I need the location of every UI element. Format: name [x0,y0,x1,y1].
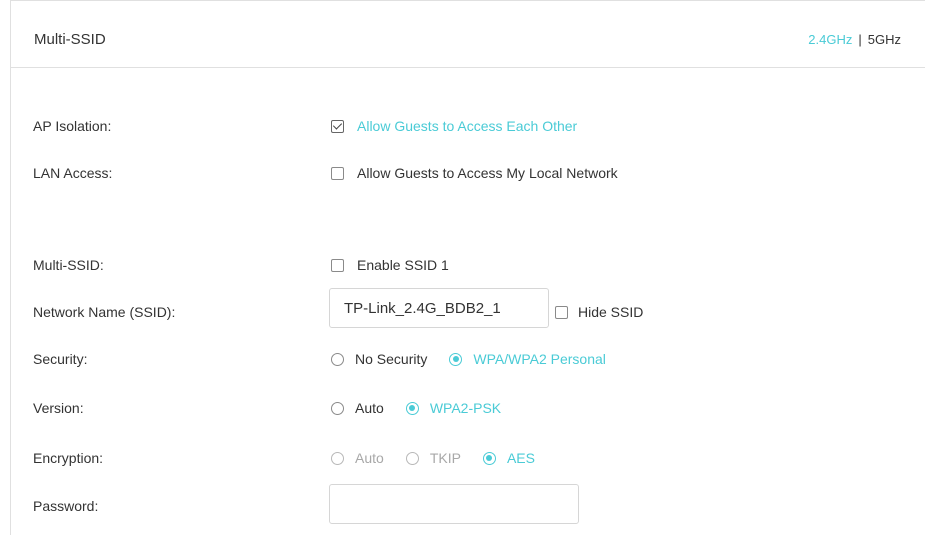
version-options: Auto WPA2-PSK [331,393,523,423]
encryption-aes-label: AES [506,450,535,466]
security-wpa-label: WPA/WPA2 Personal [473,351,606,367]
encryption-tkip-radio[interactable] [405,451,419,465]
band-separator: | [858,32,862,47]
ap-isolation-checkbox-label: Allow Guests to Access Each Other [357,118,578,134]
security-wpa-radio[interactable] [449,352,463,366]
lan-access-option[interactable]: Allow Guests to Access My Local Network [331,158,618,188]
hide-ssid-label: Hide SSID [578,304,644,320]
encryption-row: Encryption: Auto TKIP AES [11,443,925,473]
enable-ssid-checkbox[interactable] [331,258,344,272]
ap-isolation-label: AP Isolation: [33,118,112,134]
hide-ssid-option[interactable]: Hide SSID [555,297,643,327]
security-options: No Security WPA/WPA2 Personal [331,344,628,374]
multi-ssid-label: Multi-SSID: [33,257,104,273]
lan-access-row: LAN Access: Allow Guests to Access My Lo… [11,158,925,188]
version-auto-label: Auto [355,400,384,416]
enable-ssid-checkbox-label: Enable SSID 1 [357,257,449,273]
encryption-option-auto[interactable]: Auto [331,450,384,466]
encryption-label: Encryption: [33,450,104,466]
version-wpa2psk-radio[interactable] [405,401,419,415]
version-auto-radio[interactable] [331,401,344,415]
enable-ssid-option[interactable]: Enable SSID 1 [331,250,449,280]
version-option-auto[interactable]: Auto [331,400,384,416]
encryption-options: Auto TKIP AES [331,443,557,473]
version-option-wpa2psk[interactable]: WPA2-PSK [405,400,502,416]
band-2g-link[interactable]: 2.4GHz [808,32,852,47]
ap-isolation-checkbox[interactable] [331,119,344,133]
password-label: Password: [33,498,99,514]
multi-ssid-row: Multi-SSID: Enable SSID 1 [11,250,925,280]
encryption-auto-radio[interactable] [331,451,344,465]
band-5g-link[interactable]: 5GHz [868,32,901,47]
band-switch: 2.4GHz | 5GHz [808,32,901,47]
page-title: Multi-SSID [34,31,106,48]
password-input[interactable] [329,484,579,524]
encryption-aes-radio[interactable] [482,451,496,465]
encryption-auto-label: Auto [355,450,384,466]
hide-ssid-checkbox[interactable] [555,305,568,319]
security-none-label: No Security [355,351,428,367]
encryption-option-aes[interactable]: AES [482,450,535,466]
security-option-none[interactable]: No Security [331,351,427,367]
network-name-input[interactable] [329,288,549,328]
security-option-wpa[interactable]: WPA/WPA2 Personal [449,351,606,367]
security-none-radio[interactable] [331,352,344,366]
multi-ssid-panel: Multi-SSID 2.4GHz | 5GHz AP Isolation: All… [10,0,925,535]
security-row: Security: No Security WPA/WPA2 Personal [11,344,925,374]
panel-header: Multi-SSID 2.4GHz | 5GHz [11,1,925,68]
ap-isolation-option[interactable]: Allow Guests to Access Each Other [331,111,577,141]
version-label: Version: [33,400,84,416]
lan-access-checkbox[interactable] [331,166,344,180]
lan-access-label: LAN Access: [33,165,113,181]
encryption-option-tkip[interactable]: TKIP [405,450,461,466]
network-name-label: Network Name (SSID): [33,304,176,320]
lan-access-checkbox-label: Allow Guests to Access My Local Network [357,165,618,181]
encryption-tkip-label: TKIP [429,450,461,466]
version-row: Version: Auto WPA2-PSK [11,393,925,423]
version-wpa2psk-label: WPA2-PSK [429,400,502,416]
security-label: Security: [33,351,88,367]
ap-isolation-row: AP Isolation: Allow Guests to Access Eac… [11,111,925,141]
